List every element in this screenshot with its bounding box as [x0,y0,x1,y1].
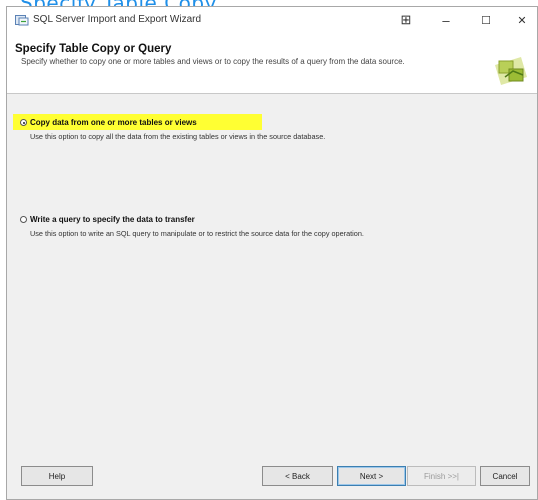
write-query-label[interactable]: Write a query to specify the data to tra… [30,215,195,224]
page-title: Specify Table Copy or Query [15,43,172,55]
copy-tables-radio[interactable] [20,119,27,126]
wizard-header: Specify Table Copy or Query Specify whet… [7,33,537,94]
wizard-footer: Help < Back Next > Finish >>| Cancel [7,453,537,499]
finish-button[interactable]: Finish >>| [407,466,476,486]
close-icon: ✕ [517,14,527,27]
app-icon [15,15,29,26]
maximize-icon: ☐ [481,14,491,27]
minimize-icon: – [442,12,450,28]
wizard-header-icon [491,47,531,89]
wizard-content: Copy data from one or more tables or vie… [7,94,537,454]
write-query-description: Use this option to write an SQL query to… [30,229,364,238]
wizard-window: SQL Server Import and Export Wizard ⊞ – … [6,6,538,500]
close-button[interactable]: ✕ [509,9,535,31]
copy-tables-description: Use this option to copy all the data fro… [30,132,326,141]
copy-tables-label[interactable]: Copy data from one or more tables or vie… [30,118,197,127]
window-title: SQL Server Import and Export Wizard [33,14,202,25]
maximize-button[interactable]: ☐ [473,9,499,31]
write-query-radio[interactable] [20,216,27,223]
minimize-button[interactable]: – [433,9,459,31]
cancel-button[interactable]: Cancel [480,466,530,486]
title-bar: SQL Server Import and Export Wizard ⊞ – … [7,7,537,33]
layout-icon: ⊞ [400,12,412,27]
page-description: Specify whether to copy one or more tabl… [21,57,405,66]
next-button[interactable]: Next > [337,466,406,486]
restore-layout-button[interactable]: ⊞ [393,9,419,31]
help-button[interactable]: Help [21,466,93,486]
back-button[interactable]: < Back [262,466,333,486]
